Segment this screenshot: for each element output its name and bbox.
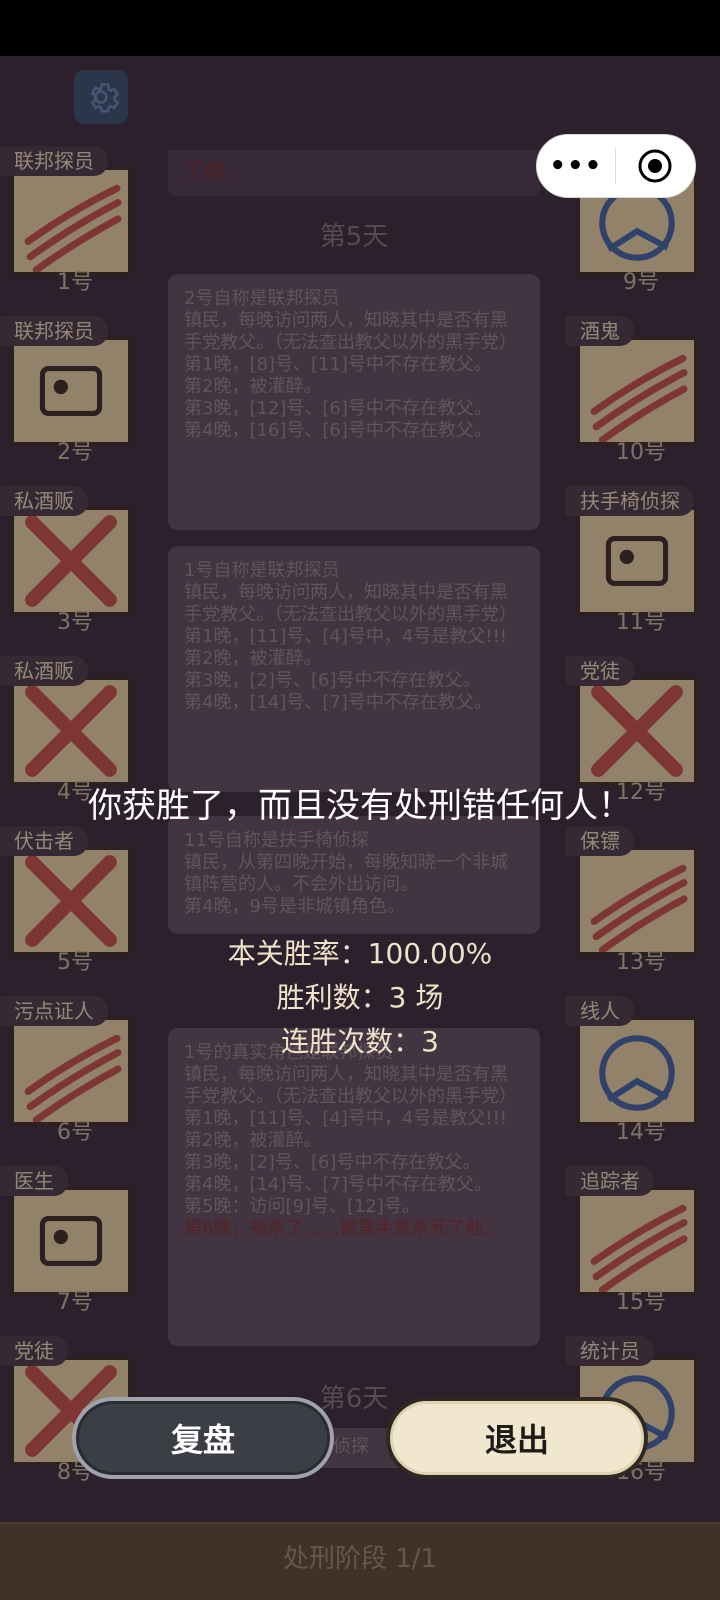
close-button[interactable] xyxy=(616,148,696,184)
status-bar xyxy=(0,0,720,56)
result-panel: 你获胜了，而且没有处刑错任何人！ xyxy=(80,778,640,834)
win-count: 胜利数：3 场 xyxy=(276,981,444,1014)
win-streak: 连胜次数：3 xyxy=(281,1025,439,1058)
exit-button[interactable]: 退出 xyxy=(386,1397,648,1479)
win-rate: 本关胜率：100.00% xyxy=(227,937,493,970)
miniprogram-capsule[interactable]: ••• xyxy=(536,134,696,198)
more-button[interactable]: ••• xyxy=(537,151,615,181)
result-headline: 你获胜了，而且没有处刑错任何人！ xyxy=(88,786,632,826)
close-target-icon xyxy=(638,149,672,183)
replay-button[interactable]: 复盘 xyxy=(72,1397,334,1479)
